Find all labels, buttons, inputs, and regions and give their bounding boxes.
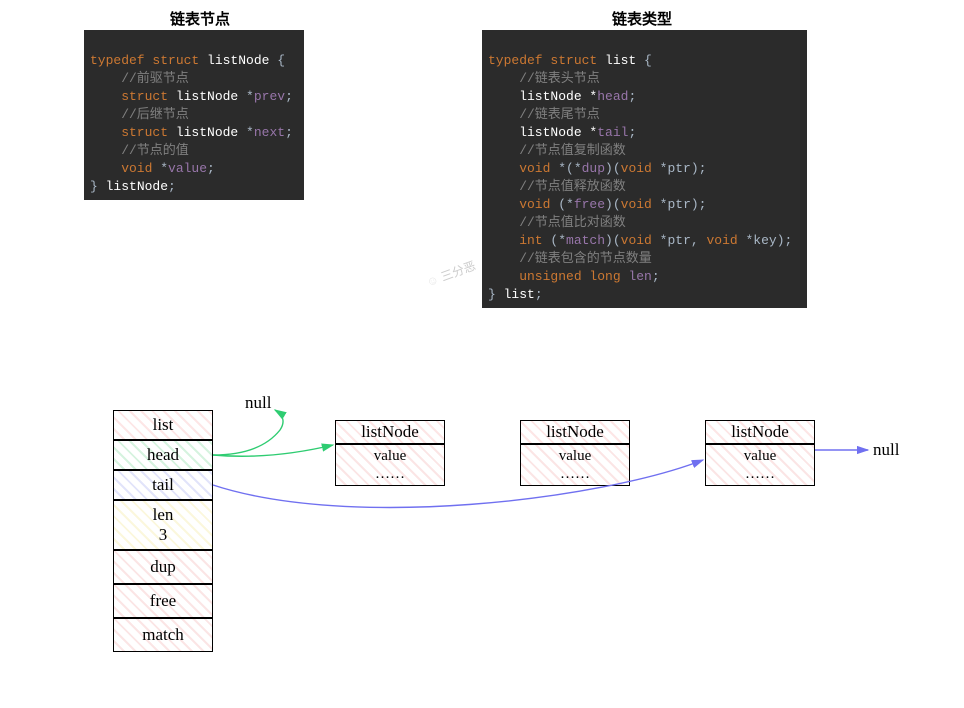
struct-cell-len: len 3 — [113, 500, 213, 550]
node2-title: listNode — [520, 420, 630, 444]
struct-cell-list: list — [113, 410, 213, 440]
node2-value: value — [559, 447, 591, 465]
len-label: len — [153, 505, 174, 525]
node1-value: value — [374, 447, 406, 465]
watermark: 三分恶 — [424, 257, 478, 291]
node2-dots: …… — [560, 465, 590, 483]
node1-body: value …… — [335, 444, 445, 486]
node3-body: value …… — [705, 444, 815, 486]
struct-cell-free: free — [113, 584, 213, 618]
title-list-type: 链表类型 — [612, 8, 672, 29]
struct-cell-tail: tail — [113, 470, 213, 500]
node1-dots: …… — [375, 465, 405, 483]
len-value: 3 — [159, 525, 168, 545]
node3-dots: …… — [745, 465, 775, 483]
code-block-listnode: typedef struct listNode { //前驱节点 struct … — [84, 30, 304, 200]
struct-cell-match: match — [113, 618, 213, 652]
node2-body: value …… — [520, 444, 630, 486]
node3-title: listNode — [705, 420, 815, 444]
code-block-list: typedef struct list { //链表头节点 listNode *… — [482, 30, 807, 308]
node3-value: value — [744, 447, 776, 465]
null-right: null — [873, 440, 899, 460]
node1-title: listNode — [335, 420, 445, 444]
struct-cell-dup: dup — [113, 550, 213, 584]
title-list-node: 链表节点 — [170, 8, 230, 29]
null-left: null — [245, 393, 271, 413]
struct-cell-head: head — [113, 440, 213, 470]
